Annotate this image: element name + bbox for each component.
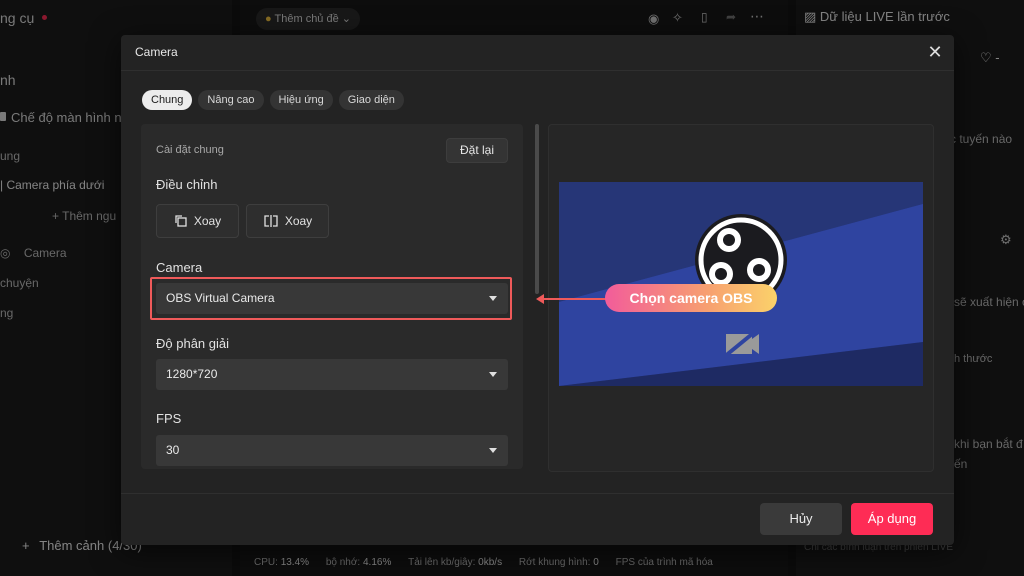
camera-label: Camera bbox=[156, 260, 203, 275]
rotate-left-button[interactable]: Xoay bbox=[156, 204, 239, 238]
general-settings-card: Cài đặt chung Đặt lại Điều chỉnh Xoay Xo… bbox=[141, 124, 523, 469]
resolution-label: Độ phân giải bbox=[156, 336, 229, 351]
tab-general[interactable]: Chung bbox=[142, 90, 193, 110]
fps-select[interactable]: 30 bbox=[156, 435, 508, 466]
settings-scrollbar[interactable] bbox=[535, 124, 539, 294]
tab-advanced[interactable]: Nâng cao bbox=[198, 90, 264, 110]
caret-down-icon bbox=[489, 448, 497, 453]
tab-interface[interactable]: Giao diện bbox=[338, 90, 404, 110]
tab-effects[interactable]: Hiệu ứng bbox=[269, 90, 333, 110]
camera-select[interactable]: OBS Virtual Camera bbox=[156, 283, 508, 314]
cancel-button[interactable]: Hủy bbox=[760, 503, 842, 535]
settings-heading: Cài đặt chung bbox=[156, 144, 224, 156]
arrow-line bbox=[540, 298, 610, 300]
adjust-label: Điều chỉnh bbox=[156, 177, 218, 192]
callout-badge: Chọn camera OBS bbox=[605, 284, 777, 312]
arrow-left-icon bbox=[536, 294, 544, 304]
close-button[interactable]: ✕ bbox=[924, 41, 946, 63]
apply-button[interactable]: Áp dụng bbox=[851, 503, 933, 535]
flip-icon bbox=[264, 215, 278, 227]
rotate-icon bbox=[175, 215, 187, 227]
resolution-select[interactable]: 1280*720 bbox=[156, 359, 508, 390]
reset-button[interactable]: Đặt lại bbox=[446, 138, 508, 163]
fps-label: FPS bbox=[156, 411, 182, 426]
camera-settings-dialog: Camera ✕ Chung Nâng cao Hiệu ứng Giao di… bbox=[121, 35, 954, 545]
flip-button[interactable]: Xoay bbox=[246, 204, 329, 238]
close-icon: ✕ bbox=[927, 41, 943, 62]
dialog-title: Camera bbox=[135, 45, 178, 59]
dialog-header: Camera ✕ bbox=[121, 35, 954, 71]
settings-tabs: Chung Nâng cao Hiệu ứng Giao diện bbox=[142, 90, 404, 110]
caret-down-icon bbox=[489, 296, 497, 301]
caret-down-icon bbox=[489, 372, 497, 377]
